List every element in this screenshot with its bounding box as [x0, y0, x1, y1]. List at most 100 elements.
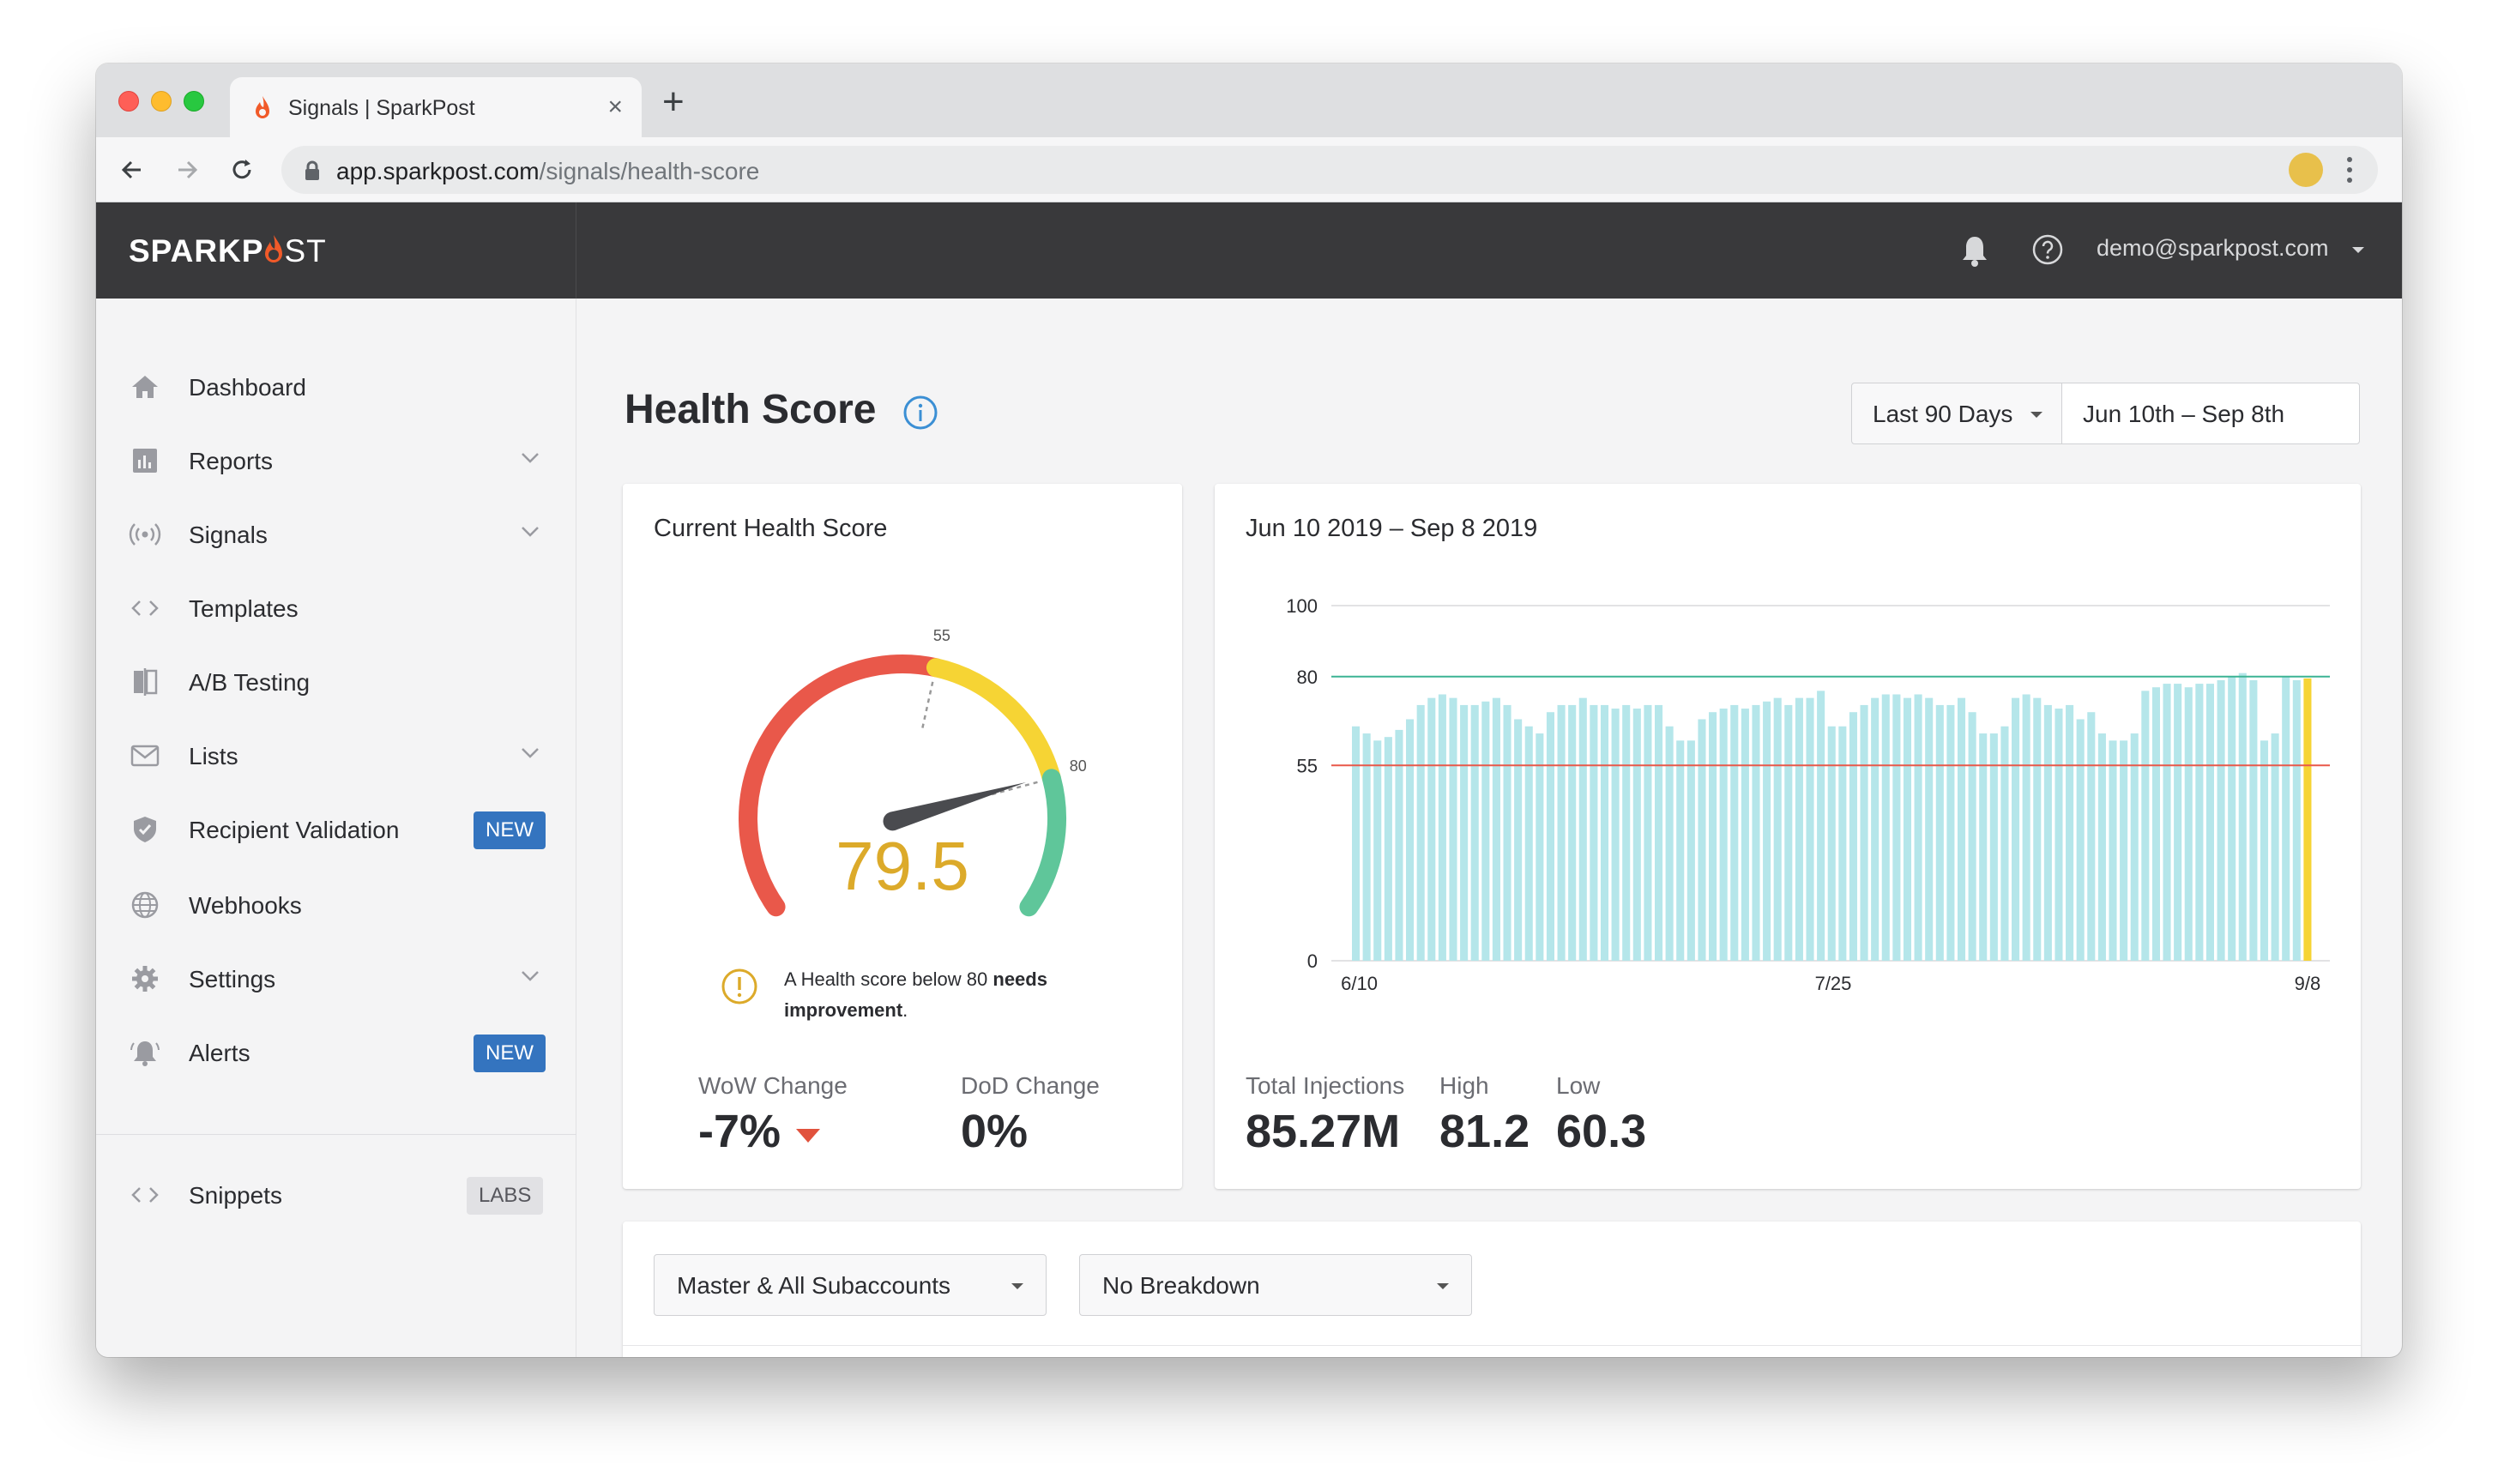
total-injections-label: Total Injections: [1246, 1072, 1405, 1099]
url-text: app.sparkpost.com/signals/health-score: [336, 158, 760, 184]
chart-bar: [2097, 733, 2106, 961]
chart-bar: [1914, 694, 1922, 961]
health-score-bar-chart[interactable]: 100 80 55 0 6/10 7/25 9/8: [1215, 570, 2361, 1016]
sidebar-item-signals[interactable]: Signals: [96, 508, 576, 559]
alert-bell-icon: [130, 1041, 160, 1066]
browser-window: Signals | SparkPost × + app.sparkpost.co…: [96, 63, 2402, 1357]
chart-bar: [1817, 691, 1825, 961]
current-health-score-card: Current Health Score 55 80 79.5 A Health …: [623, 484, 1182, 1189]
reload-icon[interactable]: [225, 153, 259, 187]
sidebar-item-ab-testing[interactable]: A/B Testing: [96, 655, 576, 707]
chart-bar: [1546, 712, 1554, 961]
forward-arrow-icon[interactable]: [170, 153, 204, 187]
sidebar-item-alerts[interactable]: Alerts NEW: [96, 1026, 576, 1077]
chart-bar: [2184, 687, 2193, 961]
chart-bar: [2012, 697, 2020, 961]
chart-bar: [2163, 684, 2171, 961]
gear-icon: [132, 966, 158, 992]
breakdown-select[interactable]: No Breakdown: [1079, 1254, 1472, 1316]
notifications-bell-icon[interactable]: [1959, 233, 1990, 268]
down-arrow-icon: [796, 1129, 820, 1143]
chart-bar: [2043, 704, 2052, 961]
maximize-window-button[interactable]: [184, 91, 204, 112]
info-icon[interactable]: [902, 395, 938, 431]
sidebar-item-label: Snippets: [189, 1182, 282, 1209]
chart-bar: [1763, 701, 1771, 961]
sidebar-item-snippets[interactable]: Snippets LABS: [96, 1168, 576, 1220]
health-score-value: 79.5: [836, 828, 969, 904]
caret-down-icon: [1437, 1283, 1449, 1289]
chevron-down-icon[interactable]: [520, 451, 540, 465]
sparkpost-logo[interactable]: SPARKP ST: [129, 233, 327, 269]
chevron-down-icon[interactable]: [520, 525, 540, 539]
address-bar[interactable]: app.sparkpost.com/signals/health-score ☆: [281, 146, 2378, 194]
sidebar-divider: [96, 1134, 576, 1135]
date-range-select-label: Last 90 Days: [1873, 401, 2013, 427]
help-icon[interactable]: [2031, 233, 2064, 266]
chart-bar: [1957, 697, 1966, 961]
date-range-field[interactable]: Jun 10th – Sep 8th: [2061, 383, 2360, 444]
sidebar-item-label: Webhooks: [189, 892, 302, 919]
sidebar-item-label: Lists: [189, 743, 238, 769]
subaccount-select[interactable]: Master & All Subaccounts: [654, 1254, 1047, 1316]
home-icon: [132, 376, 158, 398]
date-range-select[interactable]: Last 90 Days: [1851, 383, 2062, 444]
chevron-down-icon[interactable]: [2352, 247, 2364, 253]
code-brackets-icon: [131, 600, 159, 616]
wow-change-label: WoW Change: [698, 1072, 848, 1099]
sidebar-item-label: A/B Testing: [189, 669, 311, 696]
chart-bar: [1600, 704, 1609, 961]
chart-bar: [1935, 704, 1944, 961]
extension-icon[interactable]: [2289, 153, 2323, 187]
chart-bar: [1968, 712, 1976, 961]
chart-bar: [1449, 697, 1457, 961]
chevron-down-icon[interactable]: [520, 969, 540, 983]
chart-bar: [1989, 733, 1998, 961]
sidebar-item-label: Settings: [189, 966, 276, 992]
browser-menu-icon[interactable]: [2345, 153, 2354, 187]
x-tick-label: 6/10: [1341, 973, 1378, 994]
sidebar-item-dashboard[interactable]: Dashboard: [96, 360, 576, 412]
chart-bar: [1979, 733, 1988, 961]
chart-bar: [1838, 726, 1847, 961]
chart-bar: [1590, 704, 1598, 961]
chart-bar: [2174, 684, 2182, 961]
chart-bar: [1946, 704, 1955, 961]
gauge-tick-label: 80: [1070, 757, 1087, 775]
chart-bar: [1903, 697, 1912, 961]
chart-bar: [1698, 719, 1706, 961]
tab-close-icon[interactable]: ×: [607, 93, 623, 122]
chart-bar: [2228, 676, 2236, 961]
sidebar-item-webhooks[interactable]: Webhooks: [96, 878, 576, 930]
envelope-icon: [130, 745, 160, 767]
chart-bar: [1686, 740, 1695, 961]
chart-bar: [1632, 709, 1641, 961]
back-arrow-icon[interactable]: [115, 153, 149, 187]
sidebar-item-lists[interactable]: Lists: [96, 729, 576, 781]
sidebar-item-settings[interactable]: Settings: [96, 952, 576, 1004]
total-injections-value: 85.27M: [1246, 1106, 1401, 1157]
chart-bar: [1611, 709, 1620, 961]
main-content: Health Score Last 90 Days Jun 10th – Sep…: [576, 299, 2402, 1357]
chart-bar: [2271, 733, 2279, 961]
sidebar-item-recipient-validation[interactable]: Recipient Validation NEW: [96, 803, 576, 854]
card-title: Current Health Score: [654, 515, 888, 542]
close-window-button[interactable]: [118, 91, 139, 112]
chevron-down-icon[interactable]: [520, 746, 540, 760]
new-tab-button[interactable]: +: [662, 81, 685, 124]
chart-bar: [1395, 729, 1403, 961]
minimize-window-button[interactable]: [151, 91, 172, 112]
broadcast-icon: [129, 523, 161, 546]
dod-change-value: 0%: [961, 1106, 1029, 1157]
y-tick-label: 80: [1297, 667, 1318, 688]
caret-down-icon: [1011, 1283, 1023, 1289]
sidebar-item-label: Dashboard: [189, 374, 306, 401]
browser-tab[interactable]: Signals | SparkPost ×: [230, 77, 642, 137]
chart-bar: [1460, 704, 1469, 961]
sidebar-item-reports[interactable]: Reports: [96, 434, 576, 486]
chart-bar: [2292, 679, 2301, 961]
sidebar-item-templates[interactable]: Templates: [96, 582, 576, 633]
chart-bar: [1373, 740, 1382, 961]
user-menu[interactable]: demo@sparkpost.com: [2097, 235, 2329, 262]
chart-bar: [2087, 712, 2096, 961]
